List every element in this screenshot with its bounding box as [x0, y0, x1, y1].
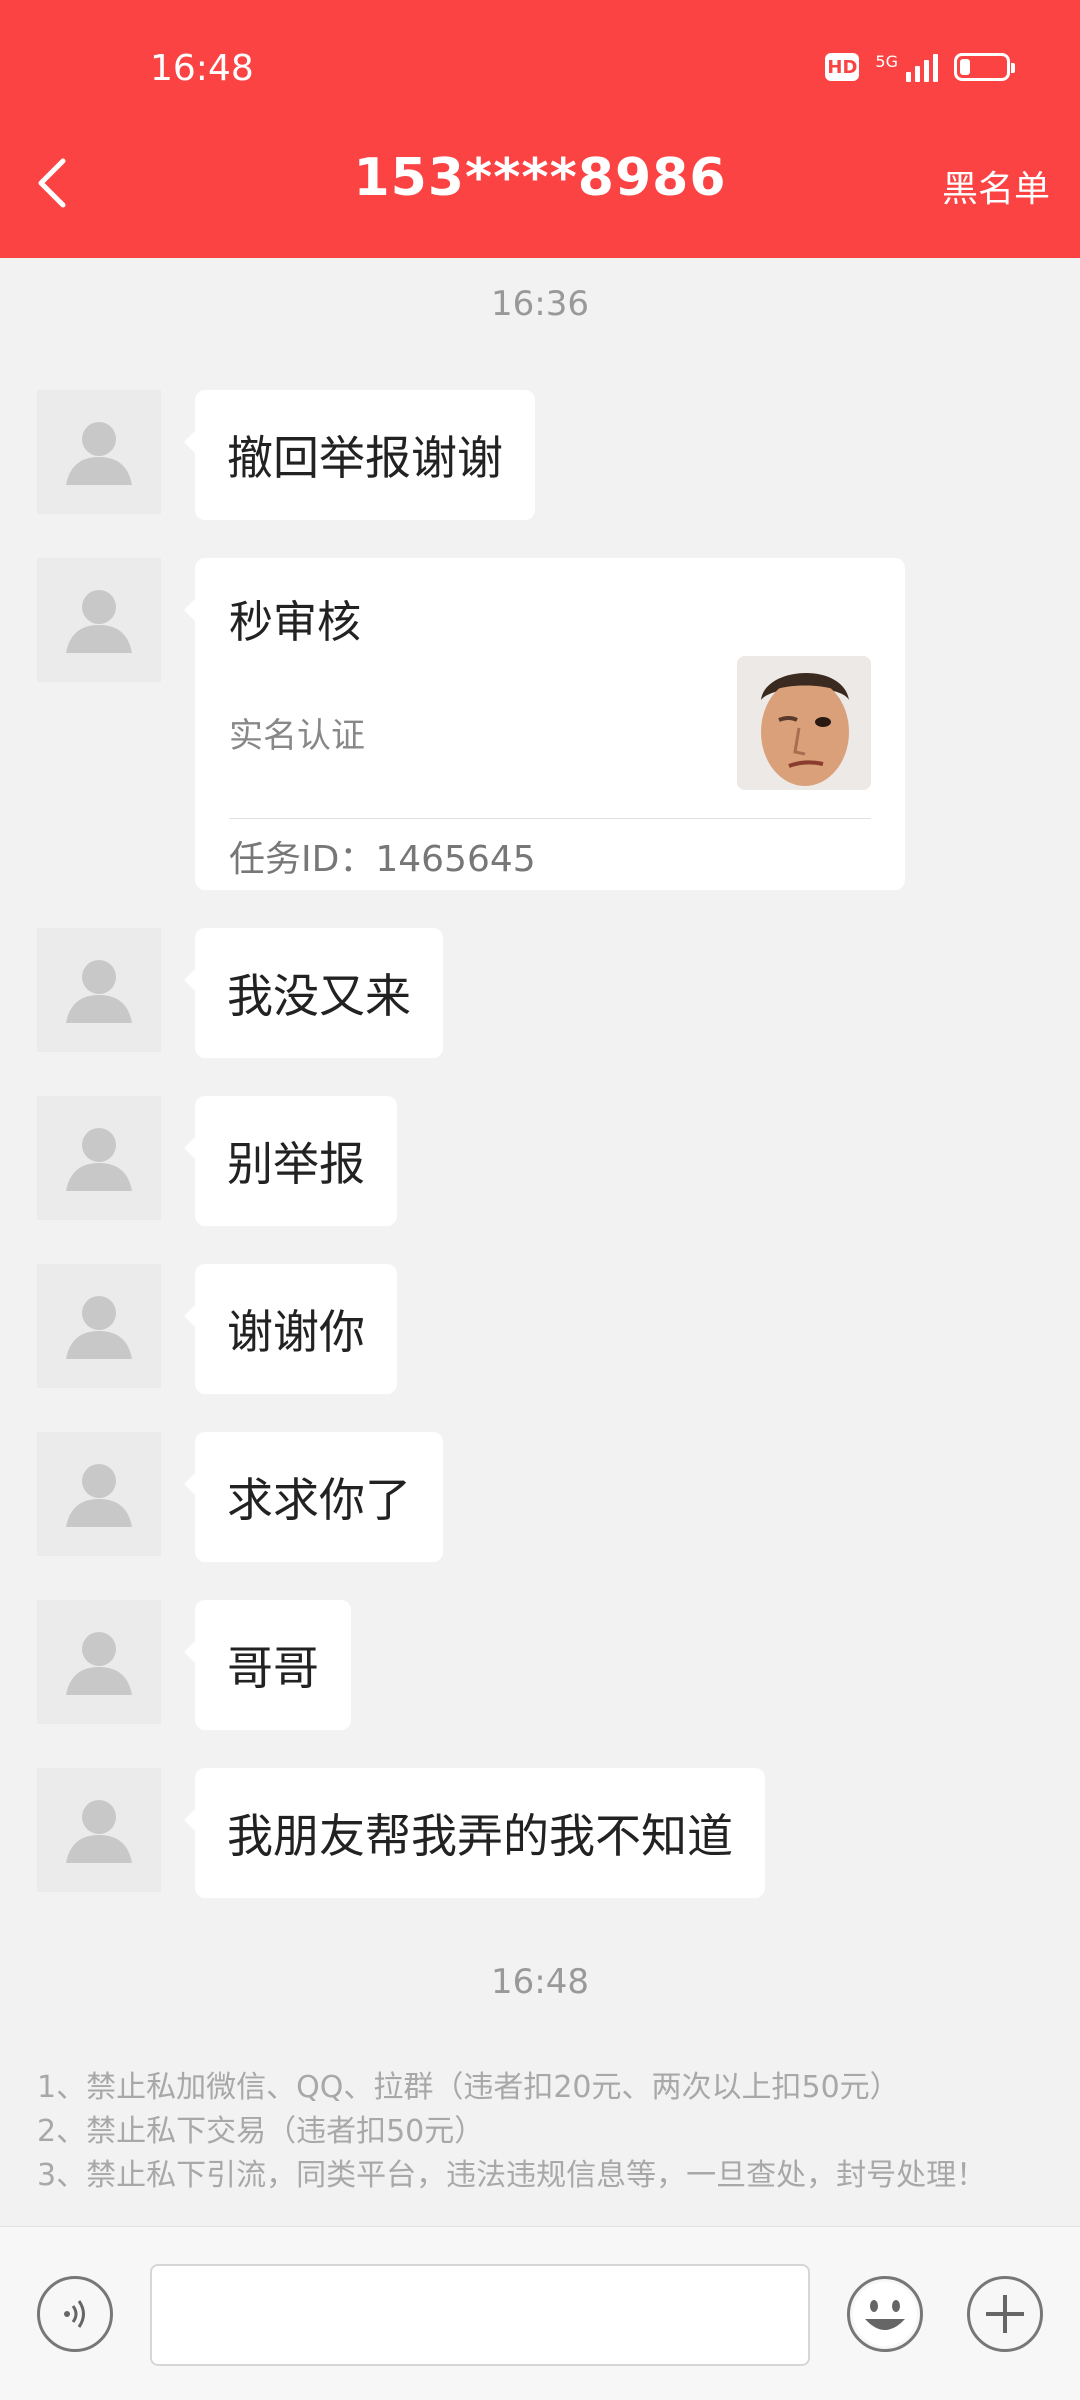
task-title: 秒审核 — [229, 597, 361, 648]
chat-header: 153****8986 黑名单 — [0, 108, 1080, 258]
avatar[interactable] — [37, 1432, 161, 1556]
user-silhouette-icon — [66, 1800, 132, 1863]
divider — [229, 818, 871, 819]
status-icons: HD 5G — [825, 52, 1015, 82]
avatar[interactable] — [37, 558, 161, 682]
face-thumbnail-image — [737, 656, 871, 790]
avatar[interactable] — [37, 390, 161, 514]
message-bubble[interactable]: 别举报 — [184, 1096, 397, 1226]
battery-icon — [954, 53, 1015, 81]
rule-line: 2、禁止私下交易（违者扣50元） — [37, 2114, 485, 2149]
message-bubble[interactable]: 撤回举报谢谢 — [184, 390, 535, 520]
user-silhouette-icon — [66, 422, 132, 485]
avatar[interactable] — [37, 1600, 161, 1724]
blacklist-button[interactable]: 黑名单 — [942, 160, 1050, 212]
task-subtitle: 实名认证 — [229, 716, 365, 756]
user-silhouette-icon — [66, 960, 132, 1023]
message-bubble[interactable]: 求求你了 — [184, 1432, 443, 1562]
message-bubble[interactable]: 我朋友帮我弄的我不知道 — [184, 1768, 765, 1898]
network-type: 5G — [875, 52, 898, 71]
status-time: 16:48 — [150, 48, 254, 89]
message-timestamp: 16:48 — [491, 1962, 589, 2002]
task-card[interactable]: 秒审核 实名认证 任务ID：1465645 — [184, 558, 905, 890]
voice-icon — [64, 2300, 85, 2328]
message-bubble[interactable]: 我没又来 — [184, 928, 443, 1058]
message-bubble[interactable]: 哥哥 — [184, 1600, 351, 1730]
emoji-button[interactable] — [847, 2276, 923, 2352]
user-silhouette-icon — [66, 1464, 132, 1527]
contact-title: 153****8986 — [353, 148, 727, 208]
chat-screen: 16:48 HD 5G 153****8986 黑名单 16:36 撤回举报谢谢… — [0, 0, 1080, 2400]
hd-icon: HD — [825, 53, 860, 81]
avatar[interactable] — [37, 1768, 161, 1892]
user-silhouette-icon — [66, 1128, 132, 1191]
user-silhouette-icon — [66, 1296, 132, 1359]
emoji-icon — [853, 2282, 917, 2346]
input-bar — [0, 2226, 1080, 2400]
signal-icon: 5G — [875, 52, 938, 82]
task-thumbnail — [737, 656, 871, 790]
message-input[interactable] — [150, 2264, 810, 2366]
voice-button[interactable] — [37, 2276, 113, 2352]
rule-line: 1、禁止私加微信、QQ、拉群（违者扣20元、两次以上扣50元） — [37, 2070, 900, 2105]
rule-line: 3、禁止私下引流，同类平台，违法违规信息等，一旦查处，封号处理！ — [37, 2158, 987, 2193]
message-bubble[interactable]: 谢谢你 — [184, 1264, 397, 1394]
more-button[interactable] — [967, 2276, 1043, 2352]
avatar[interactable] — [37, 1264, 161, 1388]
avatar[interactable] — [37, 1096, 161, 1220]
avatar[interactable] — [37, 928, 161, 1052]
message-timestamp: 16:36 — [491, 284, 589, 324]
user-silhouette-icon — [66, 1632, 132, 1695]
plus-icon — [986, 2295, 1024, 2333]
task-id: 任务ID：1465645 — [229, 839, 536, 880]
rules-notice: 1、禁止私加微信、QQ、拉群（违者扣20元、两次以上扣50元） 2、禁止私下交易… — [37, 2066, 1047, 2226]
user-silhouette-icon — [66, 590, 132, 653]
status-bar: 16:48 HD 5G — [0, 0, 1080, 108]
